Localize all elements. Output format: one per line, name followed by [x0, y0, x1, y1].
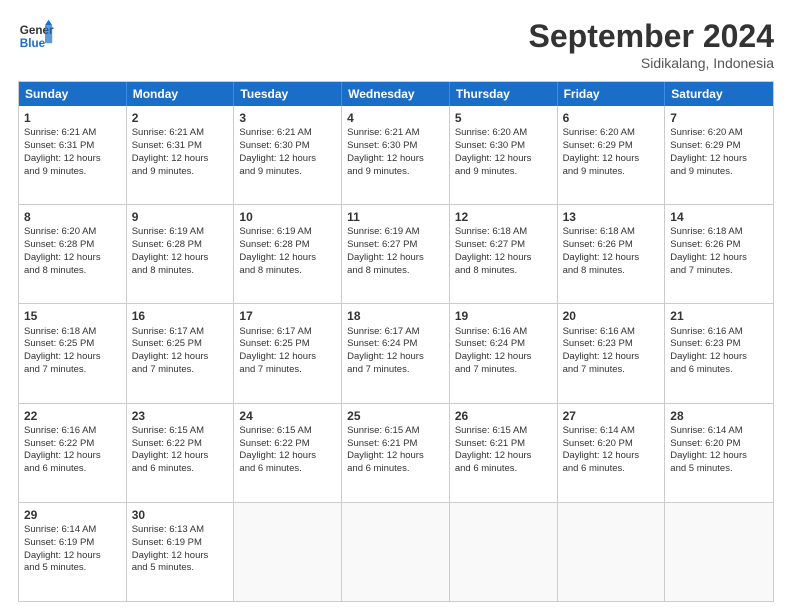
cell-3-tue: 17 Sunrise: 6:17 AMSunset: 6:25 PMDaylig… — [234, 304, 342, 402]
day-number: 26 — [455, 408, 552, 424]
cell-4-mon: 23 Sunrise: 6:15 AMSunset: 6:22 PMDaylig… — [127, 404, 235, 502]
day-number: 12 — [455, 209, 552, 225]
day-number: 3 — [239, 110, 336, 126]
logo-icon: General Blue — [18, 18, 54, 54]
day-number: 22 — [24, 408, 121, 424]
cell-3-wed: 18 Sunrise: 6:17 AMSunset: 6:24 PMDaylig… — [342, 304, 450, 402]
header-sunday: Sunday — [19, 82, 127, 106]
cell-5-fri — [558, 503, 666, 601]
cell-2-sat: 14 Sunrise: 6:18 AMSunset: 6:26 PMDaylig… — [665, 205, 773, 303]
cell-5-tue — [234, 503, 342, 601]
cell-1-sat: 7 Sunrise: 6:20 AMSunset: 6:29 PMDayligh… — [665, 106, 773, 204]
cell-3-mon: 16 Sunrise: 6:17 AMSunset: 6:25 PMDaylig… — [127, 304, 235, 402]
cell-4-thu: 26 Sunrise: 6:15 AMSunset: 6:21 PMDaylig… — [450, 404, 558, 502]
cell-1-wed: 4 Sunrise: 6:21 AMSunset: 6:30 PMDayligh… — [342, 106, 450, 204]
day-number: 8 — [24, 209, 121, 225]
cell-3-thu: 19 Sunrise: 6:16 AMSunset: 6:24 PMDaylig… — [450, 304, 558, 402]
title-block: September 2024 Sidikalang, Indonesia — [529, 18, 774, 71]
cell-5-sat — [665, 503, 773, 601]
header-monday: Monday — [127, 82, 235, 106]
day-number: 1 — [24, 110, 121, 126]
cell-5-wed — [342, 503, 450, 601]
calendar-body: 1 Sunrise: 6:21 AMSunset: 6:31 PMDayligh… — [19, 106, 773, 601]
cell-4-wed: 25 Sunrise: 6:15 AMSunset: 6:21 PMDaylig… — [342, 404, 450, 502]
day-number: 15 — [24, 308, 121, 324]
calendar-header: Sunday Monday Tuesday Wednesday Thursday… — [19, 82, 773, 106]
cell-4-tue: 24 Sunrise: 6:15 AMSunset: 6:22 PMDaylig… — [234, 404, 342, 502]
day-number: 6 — [563, 110, 660, 126]
cell-3-sat: 21 Sunrise: 6:16 AMSunset: 6:23 PMDaylig… — [665, 304, 773, 402]
header-tuesday: Tuesday — [234, 82, 342, 106]
day-number: 24 — [239, 408, 336, 424]
cell-2-mon: 9 Sunrise: 6:19 AMSunset: 6:28 PMDayligh… — [127, 205, 235, 303]
cell-2-wed: 11 Sunrise: 6:19 AMSunset: 6:27 PMDaylig… — [342, 205, 450, 303]
day-number: 10 — [239, 209, 336, 225]
cell-3-sun: 15 Sunrise: 6:18 AMSunset: 6:25 PMDaylig… — [19, 304, 127, 402]
day-number: 28 — [670, 408, 768, 424]
header-thursday: Thursday — [450, 82, 558, 106]
month-title: September 2024 — [529, 18, 774, 55]
cell-4-sun: 22 Sunrise: 6:16 AMSunset: 6:22 PMDaylig… — [19, 404, 127, 502]
cell-1-thu: 5 Sunrise: 6:20 AMSunset: 6:30 PMDayligh… — [450, 106, 558, 204]
day-number: 20 — [563, 308, 660, 324]
day-number: 19 — [455, 308, 552, 324]
day-number: 25 — [347, 408, 444, 424]
cell-1-tue: 3 Sunrise: 6:21 AMSunset: 6:30 PMDayligh… — [234, 106, 342, 204]
day-number: 14 — [670, 209, 768, 225]
cell-2-thu: 12 Sunrise: 6:18 AMSunset: 6:27 PMDaylig… — [450, 205, 558, 303]
location: Sidikalang, Indonesia — [529, 55, 774, 71]
svg-text:Blue: Blue — [20, 37, 46, 50]
cell-5-mon: 30 Sunrise: 6:13 AMSunset: 6:19 PMDaylig… — [127, 503, 235, 601]
week-row-3: 15 Sunrise: 6:18 AMSunset: 6:25 PMDaylig… — [19, 303, 773, 402]
day-number: 4 — [347, 110, 444, 126]
day-number: 30 — [132, 507, 229, 523]
day-number: 13 — [563, 209, 660, 225]
day-number: 7 — [670, 110, 768, 126]
cell-4-sat: 28 Sunrise: 6:14 AMSunset: 6:20 PMDaylig… — [665, 404, 773, 502]
cell-2-tue: 10 Sunrise: 6:19 AMSunset: 6:28 PMDaylig… — [234, 205, 342, 303]
header: General Blue September 2024 Sidikalang, … — [18, 18, 774, 71]
day-number: 11 — [347, 209, 444, 225]
cell-2-sun: 8 Sunrise: 6:20 AMSunset: 6:28 PMDayligh… — [19, 205, 127, 303]
cell-1-fri: 6 Sunrise: 6:20 AMSunset: 6:29 PMDayligh… — [558, 106, 666, 204]
page: General Blue September 2024 Sidikalang, … — [0, 0, 792, 612]
header-wednesday: Wednesday — [342, 82, 450, 106]
week-row-4: 22 Sunrise: 6:16 AMSunset: 6:22 PMDaylig… — [19, 403, 773, 502]
cell-1-sun: 1 Sunrise: 6:21 AMSunset: 6:31 PMDayligh… — [19, 106, 127, 204]
day-number: 17 — [239, 308, 336, 324]
day-number: 2 — [132, 110, 229, 126]
day-number: 18 — [347, 308, 444, 324]
week-row-5: 29 Sunrise: 6:14 AMSunset: 6:19 PMDaylig… — [19, 502, 773, 601]
calendar: Sunday Monday Tuesday Wednesday Thursday… — [18, 81, 774, 602]
cell-5-sun: 29 Sunrise: 6:14 AMSunset: 6:19 PMDaylig… — [19, 503, 127, 601]
week-row-1: 1 Sunrise: 6:21 AMSunset: 6:31 PMDayligh… — [19, 106, 773, 204]
day-number: 23 — [132, 408, 229, 424]
cell-2-fri: 13 Sunrise: 6:18 AMSunset: 6:26 PMDaylig… — [558, 205, 666, 303]
header-friday: Friday — [558, 82, 666, 106]
day-number: 5 — [455, 110, 552, 126]
day-number: 16 — [132, 308, 229, 324]
cell-3-fri: 20 Sunrise: 6:16 AMSunset: 6:23 PMDaylig… — [558, 304, 666, 402]
week-row-2: 8 Sunrise: 6:20 AMSunset: 6:28 PMDayligh… — [19, 204, 773, 303]
cell-1-mon: 2 Sunrise: 6:21 AMSunset: 6:31 PMDayligh… — [127, 106, 235, 204]
day-number: 21 — [670, 308, 768, 324]
day-number: 29 — [24, 507, 121, 523]
cell-5-thu — [450, 503, 558, 601]
day-number: 9 — [132, 209, 229, 225]
header-saturday: Saturday — [665, 82, 773, 106]
day-number: 27 — [563, 408, 660, 424]
logo: General Blue — [18, 18, 54, 54]
cell-4-fri: 27 Sunrise: 6:14 AMSunset: 6:20 PMDaylig… — [558, 404, 666, 502]
